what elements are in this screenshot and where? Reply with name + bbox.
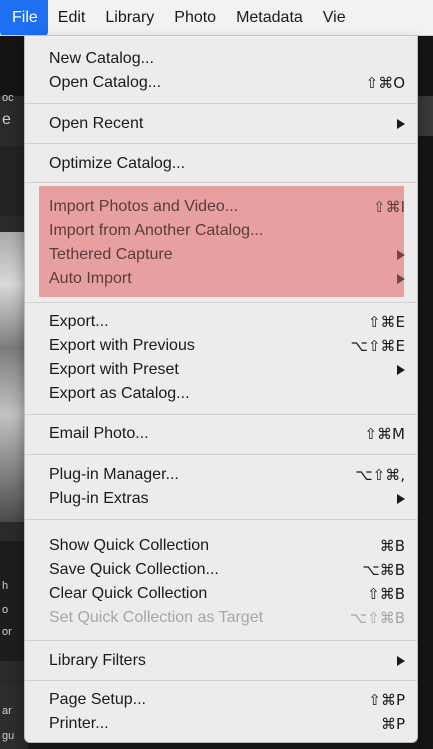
menu-item-label: Page Setup... <box>49 691 146 708</box>
menu-shortcut: ⌥⇧⌘B <box>349 609 405 627</box>
menu-item-show-quick-collection[interactable]: Show Quick Collection ⌘B <box>25 534 417 558</box>
menu-shortcut: ⌥⇧⌘, <box>355 466 405 484</box>
menubar-view[interactable]: Vie <box>313 0 356 35</box>
menu-shortcut: ⇧⌘E <box>367 313 405 331</box>
menu-separator <box>25 143 417 144</box>
menu-separator <box>25 680 417 681</box>
menu-item-label: Plug-in Extras <box>49 490 149 507</box>
menu-separator <box>25 103 417 104</box>
menu-item-label: Library Filters <box>49 652 146 669</box>
menu-item-label: Export with Previous <box>49 337 195 354</box>
menu-item-library-filters[interactable]: Library Filters <box>25 649 417 673</box>
menu-shortcut: ⇧⌘O <box>365 74 405 92</box>
menu-item-import-photos[interactable]: Import Photos and Video... ⇧⌘I <box>25 195 417 219</box>
background-text: o <box>2 604 9 616</box>
menu-separator <box>25 454 417 455</box>
menu-shortcut: ⇧⌘B <box>367 585 405 603</box>
background-text: gu <box>2 730 15 742</box>
menu-item-export-with-previous[interactable]: Export with Previous ⌥⇧⌘E <box>25 334 417 358</box>
menu-item-label: Export... <box>49 313 109 330</box>
background-text: or <box>2 626 12 638</box>
menu-item-label: Set Quick Collection as Target <box>49 609 264 626</box>
background-text: e <box>2 111 11 128</box>
menu-item-export[interactable]: Export... ⇧⌘E <box>25 310 417 334</box>
menu-item-save-quick-collection[interactable]: Save Quick Collection... ⌥⌘B <box>25 558 417 582</box>
background-text: oc <box>2 92 14 104</box>
menu-item-label: Plug-in Manager... <box>49 466 179 483</box>
menu-item-label: Email Photo... <box>49 425 149 442</box>
menu-item-clear-quick-collection[interactable]: Clear Quick Collection ⇧⌘B <box>25 582 417 606</box>
menu-item-label: Open Catalog... <box>49 74 162 91</box>
background-app-right <box>418 36 433 749</box>
menubar-metadata[interactable]: Metadata <box>226 0 313 35</box>
file-menu-dropdown: New Catalog... Open Catalog... ⇧⌘O Open … <box>24 36 418 743</box>
submenu-arrow-icon <box>397 274 405 284</box>
menu-item-tethered-capture[interactable]: Tethered Capture <box>25 243 417 267</box>
background-text: ar <box>2 705 12 717</box>
menu-item-set-quick-collection-target: Set Quick Collection as Target ⌥⇧⌘B <box>25 606 417 630</box>
submenu-arrow-icon <box>397 365 405 375</box>
menu-shortcut: ⌘P <box>380 715 405 733</box>
submenu-arrow-icon <box>397 656 405 666</box>
menu-item-auto-import[interactable]: Auto Import <box>25 267 417 291</box>
menu-item-new-catalog[interactable]: New Catalog... <box>25 47 417 71</box>
menu-shortcut: ⌥⌘B <box>362 561 405 579</box>
menu-item-label: Import from Another Catalog... <box>49 222 264 239</box>
background-text: h <box>2 580 9 592</box>
menu-shortcut: ⇧⌘M <box>364 425 405 443</box>
menu-shortcut: ⇧⌘P <box>368 691 405 709</box>
menu-item-label: Optimize Catalog... <box>49 155 186 172</box>
submenu-arrow-icon <box>397 494 405 504</box>
menu-item-label: Export as Catalog... <box>49 385 190 402</box>
screen: oc e h o or ar gu File Edit Library Phot… <box>0 0 433 749</box>
menu-item-optimize-catalog[interactable]: Optimize Catalog... <box>25 152 417 176</box>
menubar-edit[interactable]: Edit <box>48 0 96 35</box>
menubar-file[interactable]: File <box>0 0 48 35</box>
menu-separator <box>25 302 417 303</box>
menu-item-plugin-manager[interactable]: Plug-in Manager... ⌥⇧⌘, <box>25 463 417 487</box>
menu-item-export-with-preset[interactable]: Export with Preset <box>25 358 417 382</box>
submenu-arrow-icon <box>397 119 405 129</box>
menu-item-label: Open Recent <box>49 115 144 132</box>
menu-item-label: Auto Import <box>49 270 132 287</box>
menu-item-email-photo[interactable]: Email Photo... ⇧⌘M <box>25 422 417 446</box>
menu-separator <box>25 640 417 641</box>
menu-item-printer[interactable]: Printer... ⌘P <box>25 712 417 736</box>
menubar-library[interactable]: Library <box>95 0 164 35</box>
menu-item-import-from-catalog[interactable]: Import from Another Catalog... <box>25 219 417 243</box>
menu-shortcut: ⌘B <box>379 537 405 555</box>
menu-shortcut: ⌥⇧⌘E <box>350 337 405 355</box>
menubar-photo[interactable]: Photo <box>164 0 226 35</box>
menu-item-label: Export with Preset <box>49 361 179 378</box>
menu-item-open-catalog[interactable]: Open Catalog... ⇧⌘O <box>25 71 417 95</box>
menu-item-label: Show Quick Collection <box>49 537 210 554</box>
menu-item-label: Tethered Capture <box>49 246 173 263</box>
menu-item-open-recent[interactable]: Open Recent <box>25 112 417 136</box>
menu-item-label: Import Photos and Video... <box>49 198 239 215</box>
menu-item-export-as-catalog[interactable]: Export as Catalog... <box>25 382 417 406</box>
menu-item-label: Save Quick Collection... <box>49 561 219 578</box>
menu-shortcut: ⇧⌘I <box>373 198 405 216</box>
menu-separator <box>25 182 417 183</box>
menu-item-label: New Catalog... <box>49 50 154 67</box>
menu-separator <box>25 519 417 520</box>
submenu-arrow-icon <box>397 250 405 260</box>
background-panel <box>418 96 433 136</box>
menu-item-label: Clear Quick Collection <box>49 585 208 602</box>
menu-item-plugin-extras[interactable]: Plug-in Extras <box>25 487 417 511</box>
menu-item-label: Printer... <box>49 715 109 732</box>
menu-item-page-setup[interactable]: Page Setup... ⇧⌘P <box>25 688 417 712</box>
menu-bar: File Edit Library Photo Metadata Vie <box>0 0 433 36</box>
menu-separator <box>25 414 417 415</box>
